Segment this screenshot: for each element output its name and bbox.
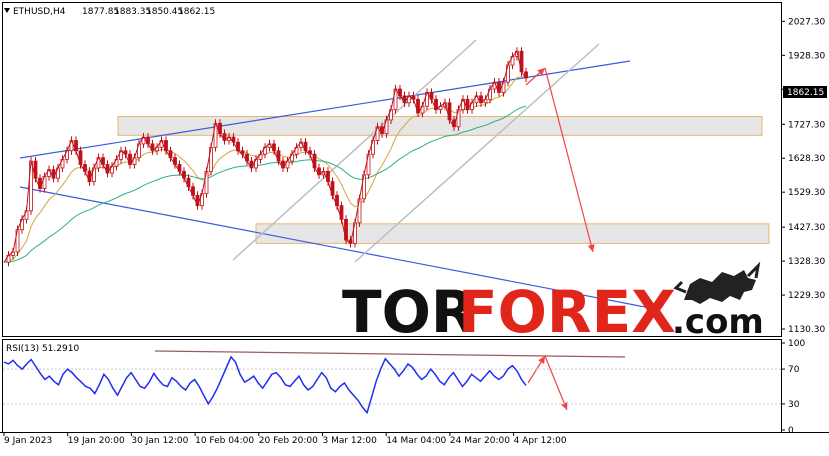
logo-com-text: .com (672, 302, 764, 342)
rsi-tick-label: 0 (788, 426, 794, 436)
chart-canvas[interactable]: TOR FOREX .com 2027.301928.301829.301727… (0, 0, 829, 452)
logo-forex-text: FOREX (458, 278, 676, 346)
price-tick-label: 1928.30 (788, 51, 825, 61)
rsi-tick-label: 30 (788, 400, 800, 410)
chart-window: TOR FOREX .com 2027.301928.301829.301727… (0, 0, 829, 452)
time-tick-label: 3 Mar 12:00 (323, 436, 378, 446)
time-tick-label: 14 Mar 04:00 (386, 436, 446, 446)
time-tick-label: 24 Mar 20:00 (450, 436, 510, 446)
price-tick-label: 1628.30 (788, 154, 825, 164)
symbol-label: ETHUSD,H4 (13, 7, 66, 17)
price-tick-label: 2027.30 (788, 17, 825, 27)
price-tick-label: 1529.30 (788, 188, 825, 198)
price-tick-label: 1727.30 (788, 120, 825, 130)
support-zone (255, 223, 770, 244)
time-tick-label: 4 Apr 12:00 (514, 436, 567, 446)
price-tick-label: 1130.30 (788, 325, 825, 335)
last-price-text: 1862.15 (787, 88, 824, 98)
close-value: 1862.15 (178, 7, 215, 17)
rsi-tick-label: 70 (788, 365, 800, 375)
rsi-tick-label: 100 (788, 339, 805, 349)
price-axis: 2027.301928.301829.301727.301628.301529.… (781, 17, 825, 335)
time-tick-label: 10 Feb 04:00 (195, 436, 254, 446)
rsi-axis: 100 70 30 0 (781, 339, 805, 436)
time-tick-label: 20 Feb 20:00 (259, 436, 318, 446)
price-tick-label: 1328.30 (788, 257, 825, 267)
time-tick-label: 19 Jan 20:00 (68, 436, 125, 446)
logo-tor-text: TOR (342, 278, 476, 346)
time-tick-label: 9 Jan 2023 (4, 436, 52, 446)
price-tick-label: 1229.30 (788, 291, 825, 301)
time-axis: 9 Jan 2023 19 Jan 20:00 30 Jan 12:00 10 Feb… (3, 432, 567, 446)
time-tick-label: 30 Jan 12:00 (131, 436, 188, 446)
rsi-label: RSI(13) 51.2910 (6, 344, 79, 354)
price-tick-label: 1427.30 (788, 223, 825, 233)
